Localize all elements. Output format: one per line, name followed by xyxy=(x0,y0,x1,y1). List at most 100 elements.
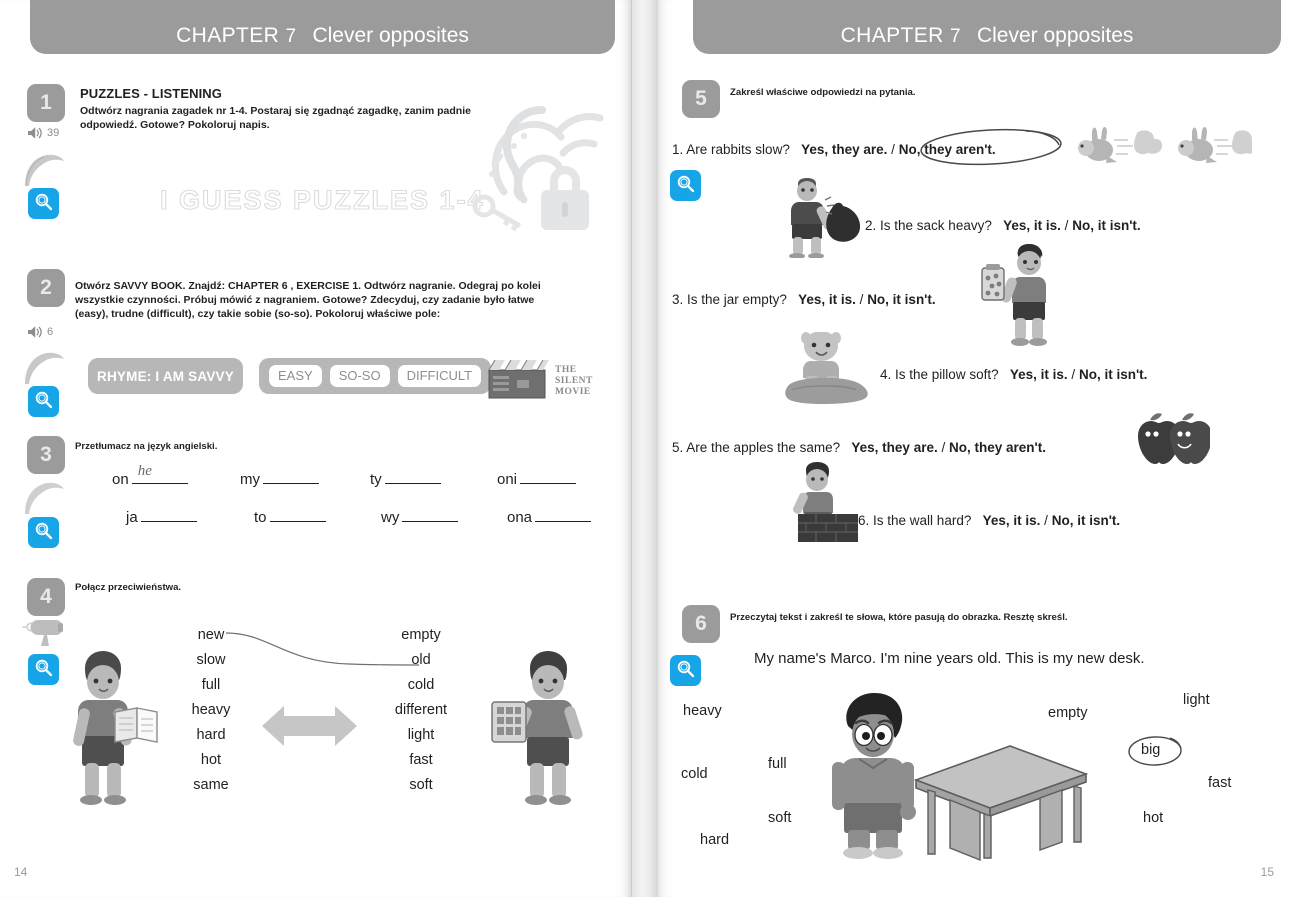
answer-option-yes[interactable]: Yes, it is. xyxy=(1010,367,1068,382)
exercise-4-instruction: Połącz przeciwieństwa. xyxy=(75,582,182,593)
magnifier-button-6[interactable] xyxy=(670,655,701,686)
chapter-header-left: CHAPTER 7 Clever opposites xyxy=(30,0,615,54)
answer-option-yes[interactable]: Yes, they are. xyxy=(801,142,887,157)
exercise-6-instruction: Przeczytaj tekst i zakreśl te słowa, któ… xyxy=(730,612,1068,623)
chapter-number-right: 7 xyxy=(950,26,961,47)
chapter-label-left: CHAPTER 7 xyxy=(176,24,296,48)
answer-option-no[interactable]: No, it isn't. xyxy=(1079,367,1147,382)
translation-prompt: my xyxy=(240,471,260,488)
chapter-word-left: CHAPTER xyxy=(176,24,280,47)
colouring-caption-guess-puzzles[interactable]: I GUESS PUZZLES 1-4 xyxy=(159,184,485,216)
answer-option-yes[interactable]: Yes, it is. xyxy=(1003,218,1061,233)
scatter-word-fast[interactable]: fast xyxy=(1208,775,1231,791)
question-text: Is the sack heavy? xyxy=(880,218,992,233)
girl-on-pillow-art xyxy=(778,331,878,409)
chapter-word-right: CHAPTER xyxy=(840,24,944,47)
exercise-3-instruction: Przetłumacz na język angielski. xyxy=(75,441,218,452)
opposite-word-right[interactable]: soft xyxy=(375,777,467,793)
opposite-word-left[interactable]: heavy xyxy=(165,702,257,718)
difficulty-rating-group: EASY SO-SO DIFFICULT xyxy=(259,358,492,394)
page-number-left: 14 xyxy=(14,865,28,879)
silent-movie-art: THE SILENT MOVIE xyxy=(487,358,593,405)
marco-character-art xyxy=(826,690,926,865)
clapperboard-icon xyxy=(487,358,549,405)
answer-option-yes[interactable]: Yes, they are. xyxy=(851,440,937,455)
translation-blank[interactable] xyxy=(520,470,577,484)
scatter-word-hard[interactable]: hard xyxy=(700,832,729,848)
answer-option-yes[interactable]: Yes, it is. xyxy=(983,513,1041,528)
translation-blank[interactable] xyxy=(263,470,319,484)
exercise-badge-5: 5 xyxy=(682,80,720,118)
rating-option-easy[interactable]: EASY xyxy=(269,365,322,387)
opposite-word-right[interactable]: light xyxy=(375,727,467,743)
speaker-icon xyxy=(27,126,44,140)
question-text: Is the jar empty? xyxy=(687,292,787,307)
translation-answer: he xyxy=(137,463,152,479)
rating-option-soso[interactable]: SO-SO xyxy=(329,365,390,387)
search-icon xyxy=(34,192,53,216)
magnifier-button-3[interactable] xyxy=(28,517,59,548)
scatter-word-light[interactable]: light xyxy=(1183,692,1210,708)
translation-grid: on he my ty oni ja to wy ona xyxy=(112,463,602,526)
question-row-4: 4. Is the pillow soft? Yes, it is. / No,… xyxy=(880,367,1148,382)
answer-option-no[interactable]: No, it isn't. xyxy=(1052,513,1120,528)
boy-with-card-art xyxy=(490,650,605,810)
two-apples-art xyxy=(1130,412,1212,473)
opposite-word-left[interactable]: same xyxy=(165,777,257,793)
answer-option-no[interactable]: No, it isn't. xyxy=(867,292,935,307)
opposite-word-left[interactable]: hot xyxy=(165,752,257,768)
scatter-word-hot[interactable]: hot xyxy=(1143,810,1163,826)
scatter-word-empty[interactable]: empty xyxy=(1048,705,1088,721)
scatter-word-heavy[interactable]: heavy xyxy=(683,703,722,719)
translation-blank[interactable] xyxy=(140,508,197,522)
answer-option-yes[interactable]: Yes, it is. xyxy=(798,292,856,307)
search-icon xyxy=(34,521,53,545)
matching-line-new-old xyxy=(224,626,424,681)
translation-blank[interactable] xyxy=(402,508,459,522)
translation-blank[interactable] xyxy=(384,470,441,484)
scatter-word-cold[interactable]: cold xyxy=(681,766,708,782)
left-page: CHAPTER 7 Clever opposites 1 39 PUZZLES … xyxy=(0,0,632,897)
chapter-title-left: Clever opposites xyxy=(312,24,469,47)
exercise-5-instruction: Zakreśl właściwe odpowiedzi na pytania. xyxy=(730,87,916,98)
question-number: 1. xyxy=(672,142,684,157)
translation-prompt: ty xyxy=(370,471,382,488)
translation-prompt: ona xyxy=(507,509,533,526)
opposite-word-right[interactable]: fast xyxy=(375,752,467,768)
translation-prompt: ja xyxy=(126,509,138,526)
exercise-number-3: 3 xyxy=(40,443,52,466)
workbook-spread: CHAPTER 7 Clever opposites 1 39 PUZZLES … xyxy=(0,0,1290,897)
translation-item-ty: ty xyxy=(370,470,497,488)
magnifier-button-2[interactable] xyxy=(28,386,59,417)
chapter-number-left: 7 xyxy=(285,26,297,47)
translation-prompt: to xyxy=(254,509,267,526)
audio-track-1[interactable]: 39 xyxy=(27,126,59,140)
scatter-word-soft[interactable]: soft xyxy=(768,810,791,826)
translation-prompt: on xyxy=(112,471,129,488)
question-row-2: 2. Is the sack heavy? Yes, it is. / No, … xyxy=(865,218,1141,233)
rating-option-difficult[interactable]: DIFFICULT xyxy=(397,365,482,387)
exercise-number-6: 6 xyxy=(695,612,707,635)
magnifier-button-1[interactable] xyxy=(28,188,59,219)
exercise-badge-6: 6 xyxy=(682,605,720,643)
translation-blank[interactable] xyxy=(269,508,326,522)
boy-with-jar-art xyxy=(980,244,1070,351)
magnifier-button-5[interactable] xyxy=(670,170,701,201)
scatter-word-full[interactable]: full xyxy=(768,756,787,772)
exercise-badge-4: 4 xyxy=(27,578,65,616)
answer-option-no[interactable]: No, it isn't. xyxy=(1072,218,1140,233)
opposite-word-right[interactable]: different xyxy=(375,702,467,718)
chapter-header-right: CHAPTER 7 Clever opposites xyxy=(693,0,1281,54)
translation-blank[interactable]: he xyxy=(131,463,188,484)
question-number: 6. xyxy=(858,513,870,528)
answer-option-no[interactable]: No, they aren't. xyxy=(949,440,1046,455)
hairdryer-icon xyxy=(22,614,70,653)
opposite-word-left[interactable]: hard xyxy=(165,727,257,743)
audio-track-2[interactable]: 6 xyxy=(27,325,53,339)
translation-row: ja to wy ona xyxy=(112,508,602,526)
question-text: Are rabbits slow? xyxy=(686,142,790,157)
question-number: 4. xyxy=(880,367,892,382)
rhyme-pill[interactable]: RHYME: I AM SAVVY xyxy=(88,358,243,394)
translation-blank[interactable] xyxy=(535,508,592,522)
running-rabbits-art xyxy=(1072,126,1261,179)
